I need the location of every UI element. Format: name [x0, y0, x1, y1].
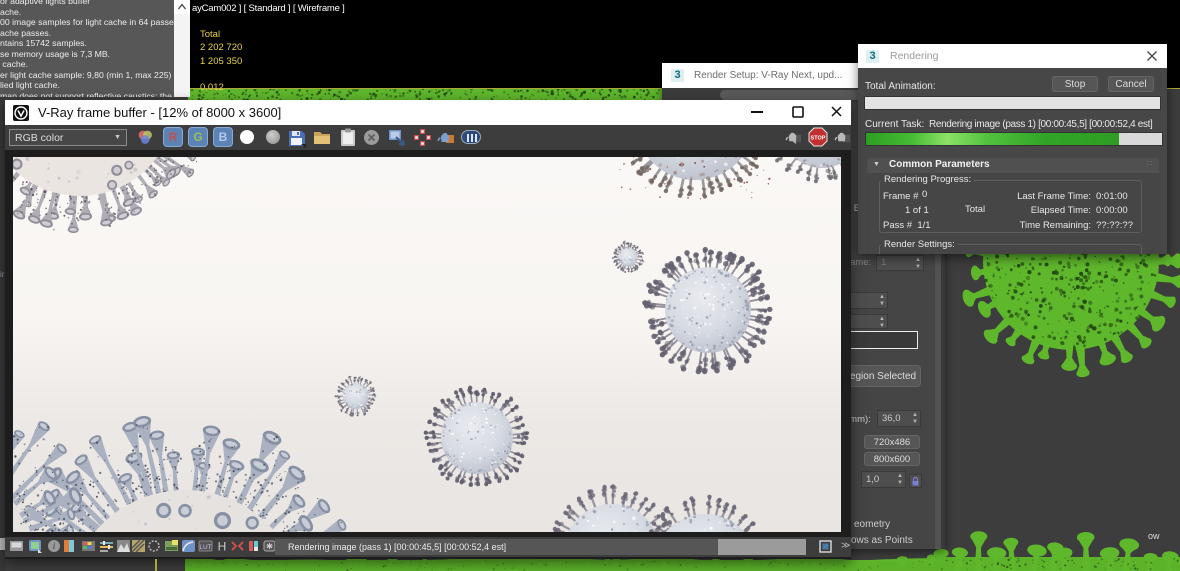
svg-text:STOP: STOP — [811, 136, 826, 142]
